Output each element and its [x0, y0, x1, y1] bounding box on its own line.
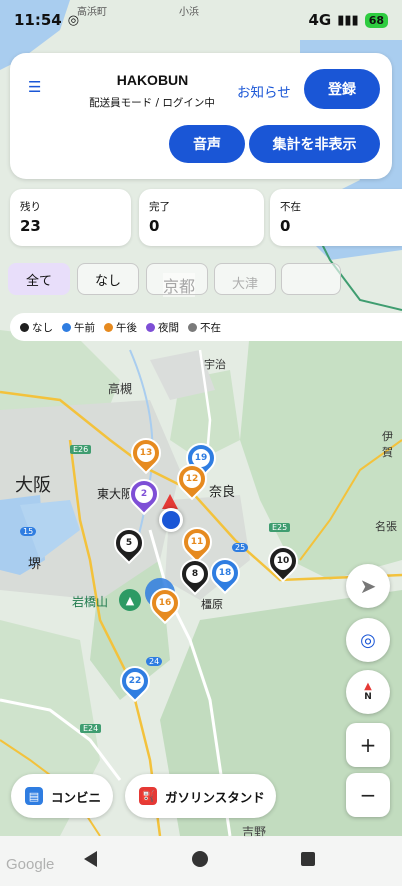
legend-item: 午前 [62, 320, 95, 335]
zoom-out-button[interactable]: − [346, 773, 390, 817]
stat-value: 0 [149, 217, 160, 235]
stat-remaining: 残り 23 [10, 189, 131, 246]
recent-apps-icon[interactable] [301, 852, 315, 866]
stat-absent: 不在 0 [270, 189, 402, 246]
stat-label: 不在 [280, 201, 301, 213]
place-label: 大阪 [15, 475, 51, 496]
cell-signal-icon: ▮▮▮ [337, 12, 359, 28]
road-shield: 24 [146, 657, 163, 666]
notice-link[interactable]: お知らせ [237, 81, 291, 101]
mountain-icon: ▲ [119, 589, 141, 611]
marker-number: 18 [216, 564, 234, 582]
marker-number: 11 [188, 533, 206, 551]
legend-label: 午後 [116, 321, 137, 334]
status-bar: 11:54 ◎ 4G ▮▮▮ 68 [0, 0, 402, 40]
place-label: 宇治 [204, 358, 226, 371]
map-marker[interactable]: 18 [203, 551, 247, 595]
map-marker[interactable]: 13 [124, 431, 168, 475]
google-attribution: Google [6, 856, 55, 873]
place-label: 伊賀 [382, 430, 393, 459]
legend-label: 夜間 [158, 321, 179, 334]
map-marker[interactable]: 16 [143, 581, 187, 625]
menu-icon[interactable]: ☰ [28, 78, 41, 96]
voice-button[interactable]: 音声 [169, 125, 245, 163]
filter-chip-night[interactable]: 夜間 [281, 263, 341, 295]
legend-label: なし [32, 321, 53, 334]
place-label: 橿原 [201, 598, 223, 611]
stat-label: 残り [20, 201, 41, 213]
legend-label: 不在 [200, 321, 221, 334]
compass-icon: ▲ [364, 681, 372, 692]
map-marker[interactable]: 10 [261, 539, 305, 583]
marker-number: 8 [186, 565, 204, 583]
road-shield: 25 [232, 543, 249, 552]
map-marker[interactable]: 5 [107, 521, 151, 565]
signal-icon: ◎ [67, 12, 80, 28]
road-shield: E24 [80, 724, 102, 733]
marker-number: 13 [137, 444, 155, 462]
zoom-in-button[interactable]: + [346, 723, 390, 767]
network-type: 4G [308, 11, 332, 29]
navigate-icon[interactable]: ➤ [346, 564, 390, 608]
gas-station-button[interactable]: ⛽ ガソリンスタンド [125, 774, 276, 818]
status-legend: なし 午前 午後 夜間 不在 [10, 313, 402, 341]
current-location-icon [159, 508, 183, 532]
marker-number: 22 [126, 672, 144, 690]
stat-value: 23 [20, 217, 41, 235]
battery-level: 68 [368, 13, 384, 27]
place-label: 奈良 [209, 485, 236, 500]
hide-summary-button[interactable]: 集計を非表示 [249, 125, 380, 163]
legend-dot [20, 322, 29, 332]
filter-chip-all[interactable]: 全て [8, 263, 70, 295]
compass-button[interactable]: ▲ N [346, 670, 390, 714]
legend-item: 午後 [104, 320, 137, 335]
heading-arrow-icon [162, 494, 178, 509]
marker-number: 5 [120, 534, 138, 552]
filter-chip-morning[interactable]: 午前 [146, 263, 208, 295]
place-label: 名張 [375, 520, 397, 533]
mode-subtitle: 配送員モード / ログイン中 [89, 97, 215, 109]
map-marker[interactable]: 22 [113, 659, 157, 703]
legend-dot [188, 322, 197, 332]
map-marker[interactable]: 12 [170, 457, 214, 501]
register-button[interactable]: 登録 [304, 69, 380, 109]
place-label: 高槻 [108, 382, 133, 396]
my-location-icon[interactable]: ◎ [346, 618, 390, 662]
clock: 11:54 [14, 11, 62, 29]
legend-item: 夜間 [146, 320, 179, 335]
marker-number: 10 [274, 552, 292, 570]
compass-label: N [364, 692, 372, 702]
app-title: HAKOBUN [116, 72, 189, 88]
legend-label: 午前 [74, 321, 95, 334]
store-icon: ▤ [25, 787, 43, 805]
map-marker[interactable]: 11 [175, 520, 219, 564]
stat-value: 0 [280, 217, 291, 235]
map-marker[interactable]: 8 [173, 552, 217, 596]
legend-item: 不在 [188, 320, 221, 335]
map-marker[interactable]: 2 [122, 472, 166, 516]
convenience-store-button[interactable]: ▤ コンビニ [11, 774, 113, 818]
filter-chip-none[interactable]: なし [77, 263, 139, 295]
stat-done: 完了 0 [139, 189, 264, 246]
marker-number: 2 [135, 485, 153, 503]
home-icon[interactable] [192, 851, 208, 867]
legend-dot [62, 322, 71, 332]
battery-icon: 68 [364, 12, 388, 28]
place-label: 堺 [28, 557, 42, 572]
road-shield: E25 [269, 523, 291, 532]
road-shield: 15 [20, 527, 37, 536]
gas-pump-icon: ⛽ [139, 787, 157, 805]
marker-number: 16 [156, 594, 174, 612]
stat-label: 完了 [149, 201, 170, 213]
gas-label: ガソリンスタンド [165, 789, 265, 805]
road-shield: E26 [70, 445, 92, 454]
back-icon[interactable] [84, 851, 97, 867]
legend-item: なし [20, 320, 53, 335]
filter-chip-afternoon[interactable]: 午後 [214, 263, 276, 295]
legend-dot [146, 322, 155, 332]
place-label: 岩橋山 [72, 595, 109, 609]
marker-number: 12 [183, 470, 201, 488]
convenience-label: コンビニ [51, 789, 102, 805]
legend-dot [104, 322, 113, 332]
